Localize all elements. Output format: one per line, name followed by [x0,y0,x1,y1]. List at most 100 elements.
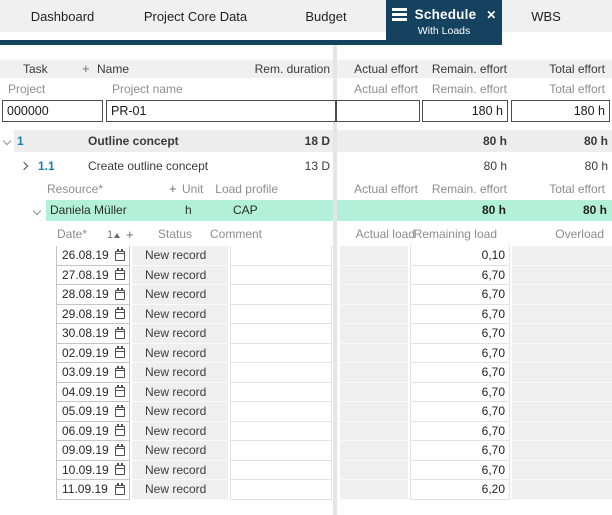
task-name: Create outline concept [88,157,208,176]
load-row[interactable]: 04.09.19 New record 6,70 [0,383,612,403]
remaining-load-cell[interactable]: 6,70 [410,461,510,481]
project-remain-effort-field[interactable] [422,100,508,122]
project-name-field[interactable] [106,100,336,122]
date-cell[interactable]: 30.08.19 [56,324,130,344]
remaining-load-cell[interactable]: 0,10 [410,246,510,266]
sort-ascending-icon[interactable]: 1 [107,224,121,246]
project-id-field[interactable] [2,100,103,122]
calendar-icon[interactable] [115,485,125,495]
task-wbs-number[interactable]: 1 [17,130,24,152]
calendar-icon[interactable] [115,465,125,475]
date-cell[interactable]: 02.09.19 [56,344,130,364]
load-row[interactable]: 03.09.19 New record 6,70 [0,363,612,383]
remaining-load-cell[interactable]: 6,20 [410,480,510,500]
load-row[interactable]: 06.09.19 New record 6,70 [0,422,612,442]
actual-load-cell [340,441,408,461]
date-cell[interactable]: 03.09.19 [56,363,130,383]
remaining-load-cell[interactable]: 6,70 [410,422,510,442]
calendar-icon[interactable] [115,251,125,261]
comment-cell[interactable] [230,266,332,286]
calendar-icon[interactable] [115,348,125,358]
remaining-load-cell[interactable]: 6,70 [410,324,510,344]
add-column-icon[interactable]: + [169,180,177,198]
date-cell[interactable]: 04.09.19 [56,383,130,403]
calendar-icon[interactable] [115,270,125,280]
task-wbs-number[interactable]: 1.1 [38,157,55,176]
remaining-load-cell[interactable]: 6,70 [410,363,510,383]
load-row[interactable]: 05.09.19 New record 6,70 [0,402,612,422]
comment-cell[interactable] [230,422,332,442]
date-cell[interactable]: 28.08.19 [56,285,130,305]
date-cell[interactable]: 06.09.19 [56,422,130,442]
status-cell: New record [132,422,228,442]
calendar-icon[interactable] [115,290,125,300]
resource-row-selected[interactable]: Daniela Müller h CAP 80 h 80 h [0,200,612,221]
date-cell[interactable]: 10.09.19 [56,461,130,481]
calendar-icon[interactable] [115,446,125,456]
load-row[interactable]: 29.08.19 New record 6,70 [0,305,612,325]
menu-icon[interactable] [392,8,407,21]
load-row[interactable]: 28.08.19 New record 6,70 [0,285,612,305]
remaining-load-cell[interactable]: 6,70 [410,344,510,364]
date-value: 26.08.19 [62,248,109,262]
calendar-icon[interactable] [115,329,125,339]
active-tab-underline [0,40,502,45]
add-column-icon[interactable]: + [82,60,90,78]
overload-cell [512,383,612,403]
chevron-right-icon[interactable] [20,162,28,170]
calendar-icon[interactable] [115,309,125,319]
comment-cell[interactable] [230,305,332,325]
comment-cell[interactable] [230,441,332,461]
tab-project-core-data[interactable]: Project Core Data [125,0,266,32]
calendar-icon[interactable] [115,407,125,417]
load-row[interactable]: 11.09.19 New record 6,20 [0,480,612,500]
remaining-load-cell[interactable]: 6,70 [410,383,510,403]
comment-cell[interactable] [230,344,332,364]
load-row[interactable]: 26.08.19 New record 0,10 [0,246,612,266]
comment-cell[interactable] [230,363,332,383]
date-cell[interactable]: 11.09.19 [56,480,130,500]
col-rem-duration-label: Rem. duration [255,60,330,78]
comment-cell[interactable] [230,324,332,344]
col-total-effort-label: Total effort [549,60,605,78]
comment-cell[interactable] [230,402,332,422]
load-row[interactable]: 27.08.19 New record 6,70 [0,266,612,286]
remaining-load-cell[interactable]: 6,70 [410,305,510,325]
date-cell[interactable]: 26.08.19 [56,246,130,266]
close-icon[interactable]: ✕ [486,8,496,22]
project-actual-effort-field[interactable] [336,100,420,122]
load-row[interactable]: 02.09.19 New record 6,70 [0,344,612,364]
remaining-load-cell[interactable]: 6,70 [410,441,510,461]
load-row[interactable]: 30.08.19 New record 6,70 [0,324,612,344]
comment-cell[interactable] [230,383,332,403]
chevron-down-icon[interactable] [33,207,41,215]
actual-load-cell [340,480,408,500]
comment-cell[interactable] [230,285,332,305]
tab-schedule-active[interactable]: Schedule ✕ With Loads [386,0,502,45]
date-cell[interactable]: 09.09.19 [56,441,130,461]
remaining-load-cell[interactable]: 6,70 [410,402,510,422]
tab-budget[interactable]: Budget [266,0,386,32]
load-row[interactable]: 09.09.19 New record 6,70 [0,441,612,461]
task-row-1[interactable]: 1 Outline concept 18 D 80 h 80 h [0,130,612,152]
remaining-load-cell[interactable]: 6,70 [410,285,510,305]
load-row[interactable]: 10.09.19 New record 6,70 [0,461,612,481]
task-row-1-1[interactable]: 1.1 Create outline concept 13 D 80 h 80 … [0,157,612,176]
calendar-icon[interactable] [115,426,125,436]
date-cell[interactable]: 29.08.19 [56,305,130,325]
date-cell[interactable]: 05.09.19 [56,402,130,422]
chevron-down-icon[interactable] [3,137,11,145]
project-total-effort-field[interactable] [511,100,610,122]
tab-budget-label: Budget [305,9,346,24]
tab-wbs[interactable]: WBS [502,0,590,32]
add-column-icon[interactable]: + [126,224,134,245]
comment-cell[interactable] [230,246,332,266]
col-total-effort-label: Total effort [549,180,605,198]
calendar-icon[interactable] [115,368,125,378]
comment-cell[interactable] [230,461,332,481]
calendar-icon[interactable] [115,387,125,397]
remaining-load-cell[interactable]: 6,70 [410,266,510,286]
tab-dashboard[interactable]: Dashboard [0,0,125,32]
date-cell[interactable]: 27.08.19 [56,266,130,286]
comment-cell[interactable] [230,480,332,500]
